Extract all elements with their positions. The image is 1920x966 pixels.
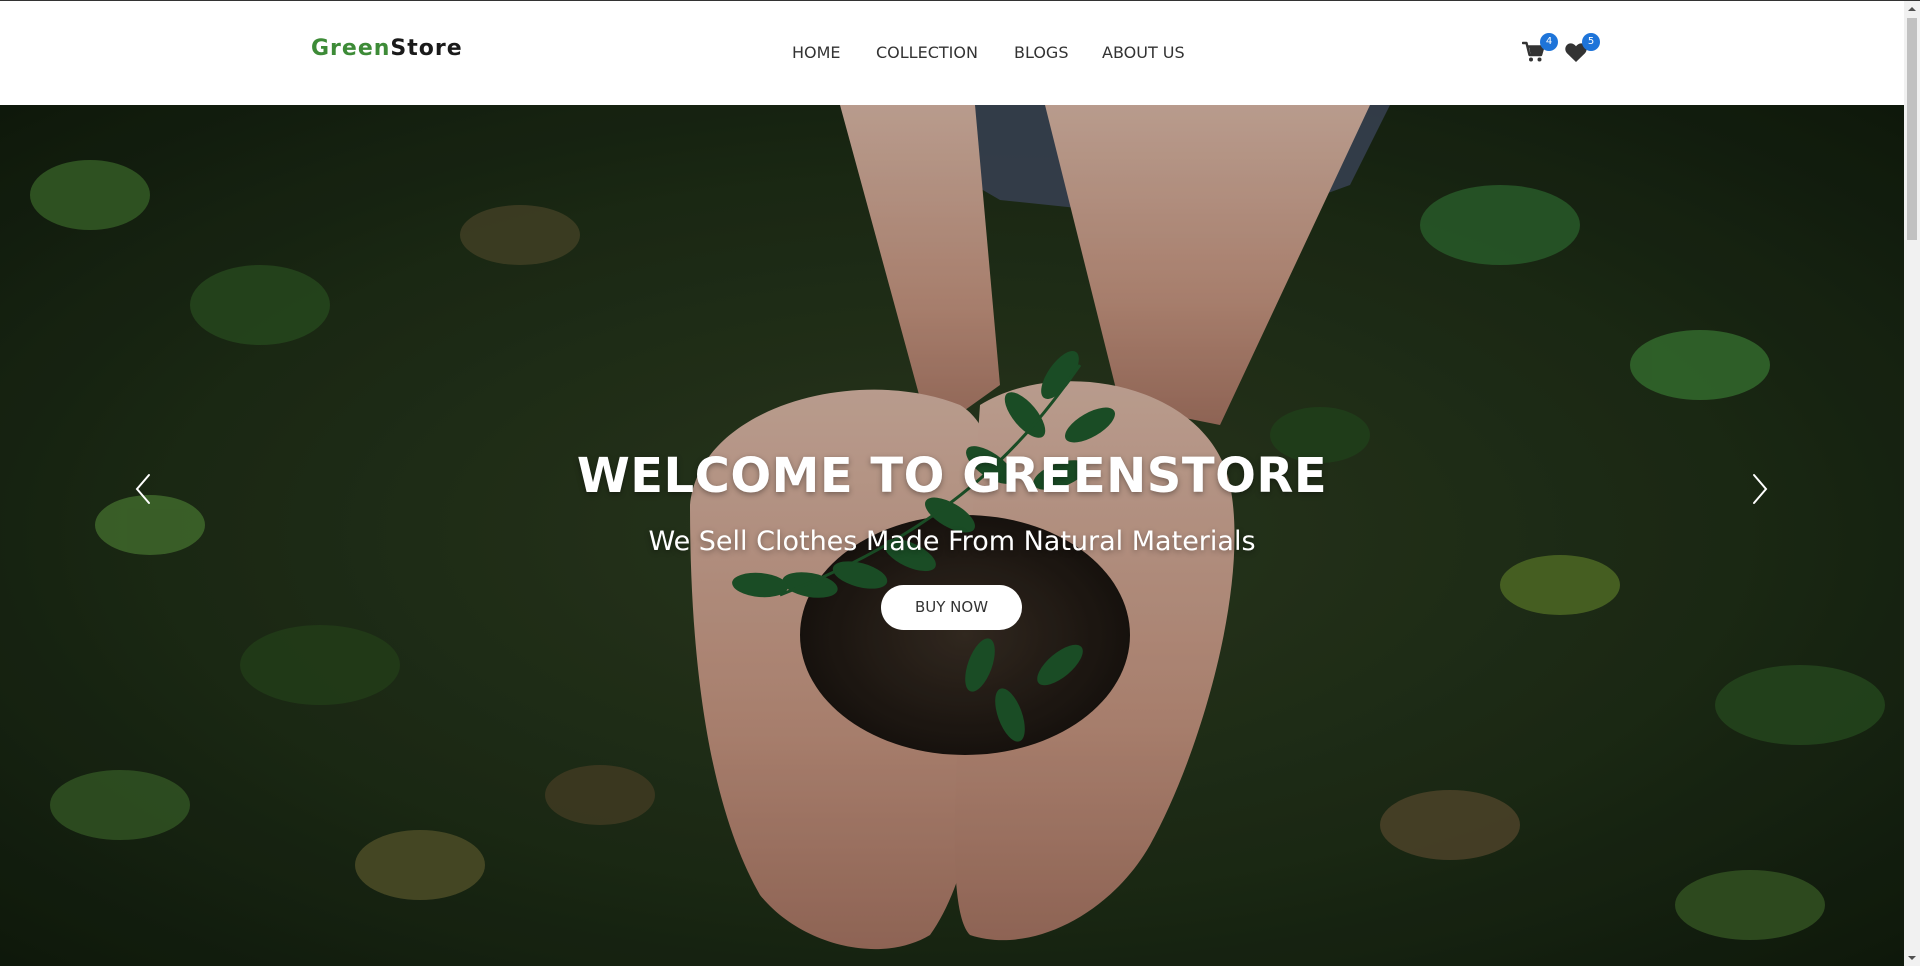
vertical-scrollbar[interactable] [1904,1,1920,966]
page: GreenStore HOME COLLECTION BLOGS ABOUT U… [0,0,1920,966]
cart-count-badge: 4 [1540,33,1558,51]
scrollbar-thumb[interactable] [1907,18,1917,240]
site-header: GreenStore HOME COLLECTION BLOGS ABOUT U… [0,1,1904,105]
scroll-down-arrow-icon[interactable] [1904,950,1920,966]
logo-store-part: Store [390,36,463,61]
hero-subtitle: We Sell Clothes Made From Natural Materi… [648,526,1256,557]
hero-title: WELCOME TO GREENSTORE [576,448,1328,504]
nav-blogs[interactable]: BLOGS [1014,43,1068,62]
buy-now-button[interactable]: BUY NOW [881,585,1022,630]
nav-about-us[interactable]: ABOUT US [1102,43,1185,62]
hero-carousel: WELCOME TO GREENSTORE We Sell Clothes Ma… [0,105,1904,966]
wishlist-count-badge: 5 [1582,33,1600,51]
scroll-up-arrow-icon[interactable] [1904,1,1920,17]
wishlist-button[interactable]: 5 [1564,33,1600,63]
nav-home[interactable]: HOME [792,43,841,62]
logo[interactable]: GreenStore [311,36,463,61]
cart-button[interactable]: 4 [1521,33,1558,63]
nav-collection[interactable]: COLLECTION [876,43,978,62]
logo-green-part: Green [311,36,391,61]
